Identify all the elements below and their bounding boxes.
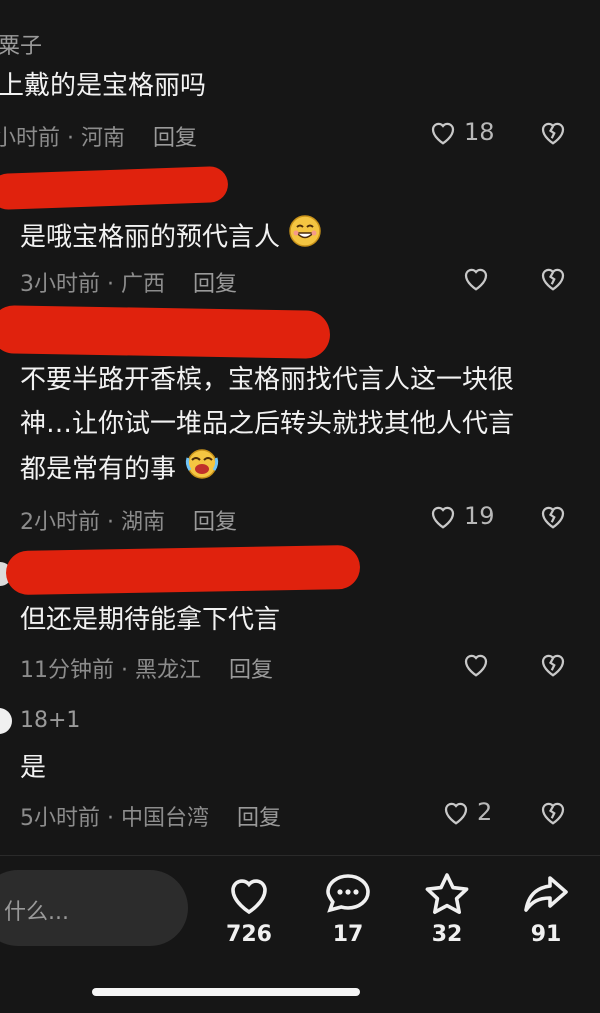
comment-time-location: 2小时前 · 湖南: [20, 510, 165, 535]
favorite-count: 32: [431, 922, 463, 947]
comment-text: 但还是期待能拿下代言: [20, 605, 281, 635]
heart-icon: [231, 879, 267, 915]
home-indicator[interactable]: [92, 988, 360, 996]
comment-button[interactable]: 17: [308, 872, 388, 947]
comment-text: 不要半路开香槟，宝格丽找代言人这一块很 神…让你试一堆品之后转头就找其他人代言 …: [20, 358, 590, 494]
comment-meta: 2小时前 · 湖南 回复: [20, 504, 237, 536]
comment-icon: [326, 874, 370, 913]
share-icon: [524, 876, 568, 912]
reply-button[interactable]: 回复: [237, 806, 281, 831]
comment-text: 是哦宝格丽的预代言人: [20, 214, 322, 262]
like-button[interactable]: 19: [428, 502, 495, 530]
comment-input-placeholder: 什么...: [4, 900, 69, 925]
like-button[interactable]: 18: [428, 118, 495, 146]
comment-time-location: 小时前 · 河南: [0, 126, 125, 151]
comment-line: 不要半路开香槟，宝格丽找代言人这一块很: [20, 365, 515, 395]
redaction-mark: [0, 305, 331, 359]
like-count: 2: [477, 798, 493, 826]
comment-text: 是: [20, 753, 47, 783]
dislike-icon[interactable]: [538, 118, 568, 146]
like-button[interactable]: 2: [441, 798, 492, 826]
comment-input[interactable]: 什么...: [0, 870, 188, 946]
crying-laugh-emoji: [184, 446, 220, 494]
comment-meta: 5小时前 · 中国台湾 回复: [20, 800, 281, 832]
comment-text-content: 是哦宝格丽的预代言人: [20, 222, 281, 253]
share-button[interactable]: 91: [506, 872, 586, 947]
comment-meta: 小时前 · 河南 回复: [0, 120, 197, 152]
comment-line: 神…让你试一堆品之后转头就找其他人代言: [20, 409, 515, 439]
like-post-button[interactable]: 726: [209, 872, 289, 947]
dislike-icon[interactable]: [538, 650, 568, 678]
dislike-icon[interactable]: [538, 798, 568, 826]
comment-time-location: 11分钟前 · 黑龙江: [20, 658, 201, 683]
heart-icon: [461, 650, 491, 678]
comment-meta: 11分钟前 · 黑龙江 回复: [20, 652, 273, 684]
reply-button[interactable]: 回复: [153, 126, 197, 151]
heart-icon: [428, 118, 458, 146]
like-button[interactable]: [461, 264, 491, 292]
comment-time-location: 3小时前 · 广西: [20, 272, 165, 297]
reply-button[interactable]: 回复: [193, 272, 237, 297]
comment-meta: 3小时前 · 广西 回复: [20, 266, 237, 298]
comment-count: 17: [332, 922, 364, 947]
heart-icon: [428, 502, 458, 530]
redaction-mark: [0, 165, 229, 211]
like-count: 18: [464, 118, 495, 146]
dislike-icon[interactable]: [538, 264, 568, 292]
dislike-icon[interactable]: [538, 502, 568, 530]
commenter-name[interactable]: 18+1: [20, 708, 80, 733]
comment-text: 上戴的是宝格丽吗: [0, 71, 207, 101]
share-count: 91: [530, 922, 562, 947]
star-icon: [425, 873, 469, 914]
favorite-button[interactable]: 32: [407, 872, 487, 947]
like-count: 726: [226, 922, 272, 947]
comment-line: 都是常有的事: [20, 454, 177, 485]
like-count: 19: [464, 502, 495, 530]
like-button[interactable]: [461, 650, 491, 678]
heart-icon: [461, 264, 491, 292]
comment-time-location: 5小时前 · 中国台湾: [20, 806, 209, 831]
smile-emoji: [288, 214, 322, 262]
reply-button[interactable]: 回复: [193, 510, 237, 535]
redaction-mark: [5, 544, 361, 596]
reply-button[interactable]: 回复: [229, 658, 273, 683]
heart-icon: [441, 798, 471, 826]
commenter-name[interactable]: 粟子: [0, 28, 42, 60]
avatar[interactable]: [0, 708, 12, 734]
